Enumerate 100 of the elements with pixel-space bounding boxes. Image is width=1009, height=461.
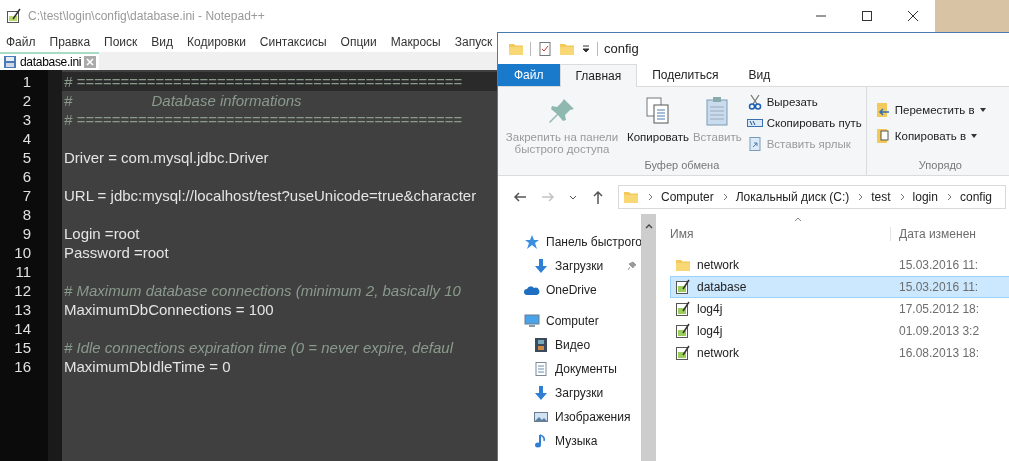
maximize-icon[interactable] — [861, 10, 873, 22]
sidebar-item[interactable]: Computer — [498, 309, 641, 333]
file-date: 17.05.2012 18: — [899, 302, 980, 316]
column-header[interactable]: Имя — [670, 227, 890, 241]
file-name: network — [697, 346, 741, 360]
line-number: 2 — [21, 91, 32, 110]
chevron-right-icon — [856, 193, 865, 201]
close-icon[interactable] — [907, 10, 919, 22]
line-number: 14 — [13, 319, 32, 338]
column-header[interactable]: Дата изменен — [890, 227, 976, 241]
sidebar-item[interactable]: Музыка — [498, 429, 641, 453]
shortcut-icon — [746, 136, 763, 152]
scrollbar[interactable] — [641, 214, 656, 461]
line-number: 9 — [21, 224, 32, 243]
breadcrumb[interactable]: Computer — [661, 190, 714, 204]
code-comment: # ============================================ — [64, 111, 462, 128]
file-row[interactable]: network 16.08.2013 18: — [670, 342, 1009, 364]
line-number: 11 — [14, 262, 32, 281]
document-icon — [533, 361, 549, 377]
folder-icon — [623, 189, 639, 205]
download-arrow-icon — [533, 258, 549, 274]
chevron-up-icon[interactable] — [644, 222, 653, 230]
line-number: 4 — [21, 129, 32, 148]
menu-item[interactable]: Макросы — [390, 35, 441, 49]
menu-item[interactable]: Запуск — [454, 35, 493, 49]
notepad-app-icon — [6, 8, 22, 24]
breadcrumb[interactable]: test — [871, 190, 891, 204]
line-number: 8 — [21, 205, 32, 224]
ribbon-button[interactable]: Переместить в — [872, 101, 1008, 119]
checklist-icon[interactable] — [537, 40, 553, 57]
file-row[interactable]: log4j 01.09.2013 3:2 — [670, 320, 1009, 342]
code-comment: # Maximum database connections (minimum 2, basically 10 — [64, 282, 461, 299]
menu-item[interactable]: Синтаксисы — [259, 35, 327, 49]
ribbon-button[interactable]: Вырезать — [744, 93, 864, 111]
sidebar-item[interactable]: Загрузки — [498, 381, 641, 405]
notepad-file-icon — [675, 323, 691, 339]
ribbon-button[interactable]: Скопировать путь — [744, 114, 864, 132]
pin-icon — [627, 261, 637, 271]
menu-item[interactable]: Вид — [151, 35, 174, 49]
sidebar-item[interactable]: Панель быстрого — [498, 230, 641, 254]
code-comment: # Idle connections expiration time (0 = never expire, defaul — [64, 339, 453, 356]
scissors-icon — [746, 94, 763, 110]
picture-icon — [533, 409, 549, 425]
menu-item[interactable]: Опции — [340, 35, 377, 49]
line-number: 5 — [21, 148, 32, 167]
code-line: URL = jdbc:mysql://localhost/test?useUnicode=true&character — [64, 187, 477, 204]
file-name: database — [697, 280, 748, 294]
group-label: Буфер обмена — [643, 159, 721, 173]
sort-caret-icon — [794, 217, 802, 222]
line-number: 12 — [13, 281, 32, 300]
line-number: 15 — [13, 338, 32, 357]
line-number: 13 — [13, 300, 32, 319]
notepad-file-icon — [675, 301, 691, 317]
file-name: network — [697, 258, 741, 272]
line-number: 7 — [21, 186, 32, 205]
sidebar-item[interactable]: Видео — [498, 333, 641, 357]
file-name: log4j — [697, 302, 724, 316]
sidebar-item[interactable]: Изображения — [498, 405, 641, 429]
menu-item[interactable]: Поиск — [104, 35, 138, 49]
menu-item[interactable]: Файл — [6, 35, 36, 49]
file-row[interactable]: network 15.03.2016 11: — [670, 254, 1009, 276]
menu-item[interactable]: Кодировки — [187, 35, 246, 49]
address-bar[interactable]: Computer Локальный диск (C:) test login config — [618, 185, 1006, 209]
file-date: 15.03.2016 11: — [899, 280, 979, 294]
code-line: Driver = com.mysql.jdbc.Driver — [64, 149, 269, 166]
line-number: 3 — [21, 110, 32, 129]
file-tab[interactable]: database.ini — [0, 52, 100, 70]
download-arrow-icon — [533, 385, 549, 401]
breadcrumb[interactable]: login — [912, 190, 938, 204]
file-row[interactable]: database 15.03.2016 11: — [670, 276, 1009, 298]
sidebar-item[interactable]: OneDrive — [498, 278, 641, 302]
ribbon-tab[interactable]: Главная — [559, 64, 638, 87]
notepad-file-icon — [675, 345, 691, 361]
monitor-icon — [524, 313, 540, 329]
file-date: 16.08.2013 18: — [899, 346, 980, 360]
ribbon-button[interactable]: Копировать — [626, 91, 690, 159]
sidebar-item[interactable]: Документы — [498, 357, 641, 381]
line-number: 10 — [13, 243, 32, 262]
film-icon — [533, 337, 549, 353]
ribbon-button[interactable]: Копировать в — [872, 127, 1008, 145]
dropdown-caret-icon — [978, 106, 987, 114]
line-number: 6 — [21, 167, 32, 186]
file-date: 15.03.2016 11: — [899, 258, 979, 272]
file-menu-tab[interactable]: Файл — [498, 64, 560, 86]
line-number: 1 — [21, 72, 32, 91]
ribbon-tab[interactable]: Поделиться — [637, 64, 734, 86]
dropdown-caret-icon[interactable] — [581, 43, 591, 54]
breadcrumb[interactable]: Локальный диск (C:) — [735, 190, 850, 204]
star-icon — [524, 234, 540, 250]
dropdown-caret-icon — [970, 132, 979, 140]
window-title: C:\test\login\config\database.ini - Notepad++ — [28, 9, 265, 23]
notepad-file-icon — [675, 279, 691, 295]
file-date: 01.09.2013 3:2 — [899, 324, 980, 338]
menu-item[interactable]: Правка — [49, 35, 91, 49]
breadcrumb[interactable]: config — [959, 190, 992, 204]
ribbon-tab[interactable]: Вид — [733, 64, 786, 86]
sidebar-item[interactable]: Загрузки — [498, 254, 641, 278]
code-line: MaximumDbConnections = 100 — [64, 301, 274, 318]
file-row[interactable]: log4j 17.05.2012 18: — [670, 298, 1009, 320]
code-comment: # ============================================ — [64, 73, 462, 90]
